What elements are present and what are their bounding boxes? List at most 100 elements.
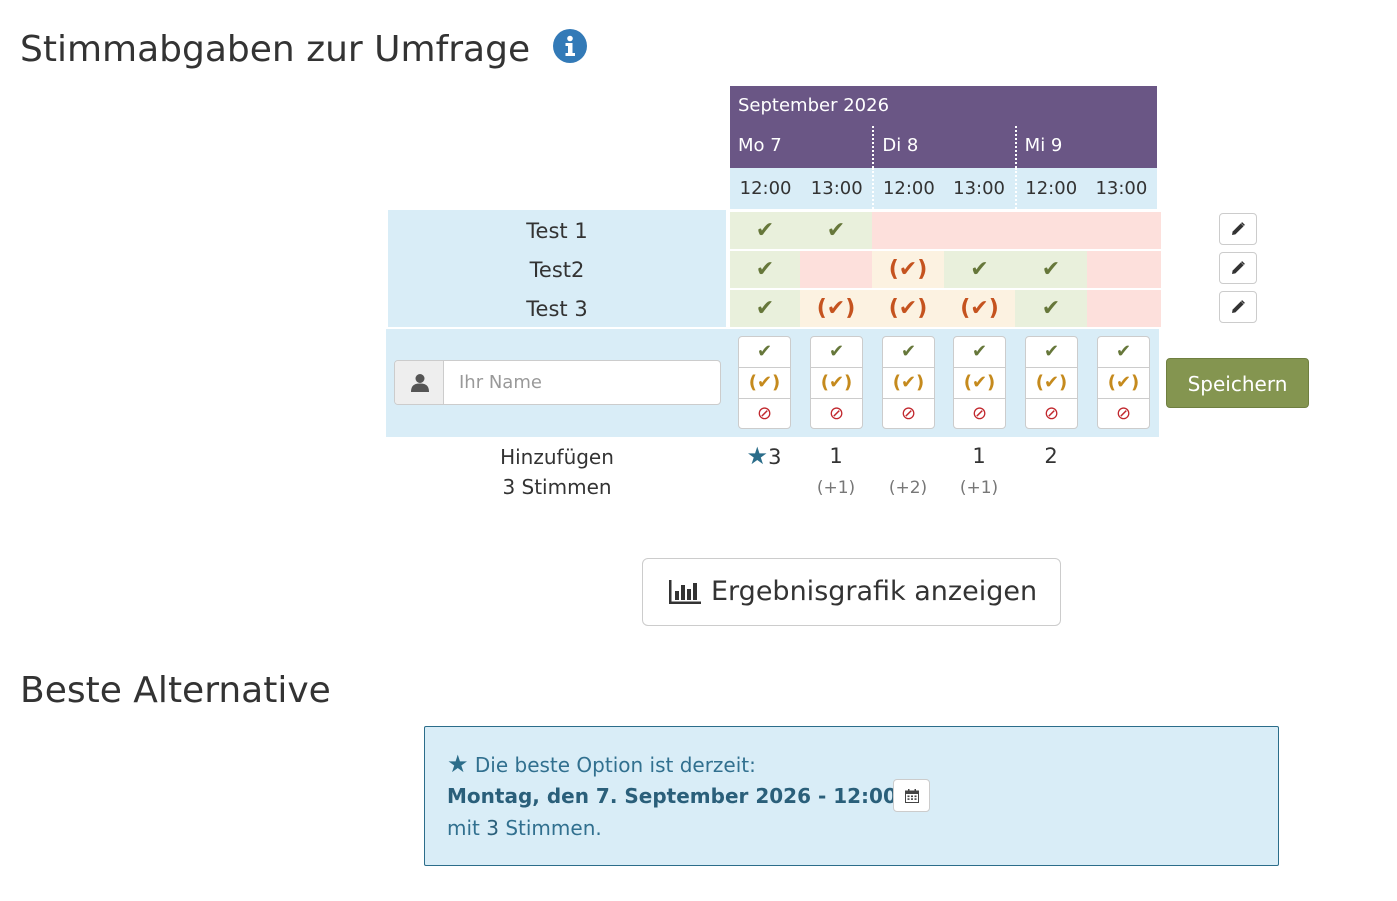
no-option[interactable]: ⊘ — [739, 397, 790, 428]
page-title: Stimmabgaben zur Umfrage — [20, 29, 531, 70]
vote-cell-maybe: (✔) — [872, 251, 944, 288]
add-label: Hinzufügen — [500, 445, 614, 469]
vote-cell-yes: ✔ — [730, 251, 800, 288]
maybe-option[interactable]: (✔) — [883, 367, 934, 397]
participant-name: Test2 — [529, 258, 585, 282]
yes-option[interactable]: ✔ — [1026, 337, 1077, 367]
vote-cell-yes: ✔ — [800, 212, 872, 249]
maybe-check-icon: (✔) — [960, 296, 999, 321]
user-icon — [395, 361, 444, 404]
yes-option[interactable]: ✔ — [811, 337, 862, 367]
column-total-count: 1 — [829, 444, 843, 468]
maybe-option[interactable]: (✔) — [811, 367, 862, 397]
add-to-calendar-button[interactable] — [893, 779, 930, 812]
best-option-alert: ★ Die beste Option ist derzeit: Montag, … — [424, 726, 1279, 866]
edit-vote-button[interactable] — [1219, 291, 1257, 323]
column-total: 1 — [800, 442, 872, 470]
check-icon: ✔ — [1041, 257, 1061, 282]
pencil-icon — [1232, 261, 1245, 274]
check-icon: ✔ — [755, 257, 775, 282]
maybe-check-icon: (✔) — [888, 296, 928, 321]
pencil-icon — [1232, 222, 1245, 235]
day-header: Mi 9 — [1014, 126, 1157, 168]
save-button[interactable]: Speichern — [1166, 358, 1309, 408]
vote-choice-group: ✔ (✔) ⊘ — [1025, 336, 1078, 429]
maybe-option[interactable]: (✔) — [954, 367, 1005, 397]
no-option[interactable]: ⊘ — [811, 397, 862, 428]
show-results-chart-button[interactable]: Ergebnisgrafik anzeigen — [642, 558, 1061, 626]
name-input[interactable] — [445, 361, 720, 404]
best-option-votes-suffix: Stimmen. — [498, 816, 602, 840]
vote-cell-yes: ✔ — [1015, 251, 1087, 288]
column-total: 1 — [943, 442, 1015, 470]
calendar-icon — [905, 789, 919, 803]
column-total-count: 1 — [972, 444, 986, 468]
vote-choice-group: ✔ (✔) ⊘ — [882, 336, 935, 429]
yes-option[interactable]: ✔ — [739, 337, 790, 367]
hour-header: 13:00 — [1095, 178, 1148, 199]
vote-cell-maybe: (✔) — [800, 290, 872, 327]
hour-header: 13:00 — [953, 178, 1005, 199]
star-icon: ★ — [746, 442, 769, 470]
vote-cell-yes: ✔ — [730, 212, 800, 249]
hour-header: 13:00 — [810, 178, 863, 199]
best-alternative-title: Beste Alternative — [20, 670, 331, 711]
vote-choice-group: ✔ (✔) ⊘ — [1097, 336, 1150, 429]
vote-cell-no — [1015, 212, 1087, 249]
column-maybe-count: (+1) — [959, 478, 999, 498]
hour-header: 12:00 — [872, 168, 943, 209]
no-option[interactable]: ⊘ — [883, 397, 934, 428]
no-option[interactable]: ⊘ — [954, 397, 1005, 428]
day-header: Di 8 — [872, 126, 1014, 168]
maybe-check-icon: (✔) — [816, 296, 856, 321]
vote-count: 3 Stimmen — [502, 475, 612, 499]
no-option[interactable]: ⊘ — [1098, 397, 1149, 428]
maybe-option[interactable]: (✔) — [1026, 367, 1077, 397]
yes-option[interactable]: ✔ — [954, 337, 1005, 367]
vote-cell-no — [1087, 290, 1161, 327]
check-icon: ✔ — [970, 257, 989, 282]
check-icon: ✔ — [1041, 296, 1061, 321]
vote-cell-yes: ✔ — [1015, 290, 1087, 327]
maybe-option[interactable]: (✔) — [739, 367, 790, 397]
best-option-intro-text: Die beste Option ist derzeit: — [474, 753, 756, 777]
column-total: ★3 — [728, 442, 800, 471]
yes-option[interactable]: ✔ — [883, 337, 934, 367]
participant-name: Test 1 — [526, 219, 588, 243]
best-option-votes-count: 3 — [486, 816, 499, 840]
column-total-count: 3 — [768, 445, 782, 469]
vote-cell-yes: ✔ — [944, 251, 1015, 288]
star-icon: ★ — [447, 750, 469, 778]
yes-option[interactable]: ✔ — [1098, 337, 1149, 367]
check-icon: ✔ — [826, 218, 846, 243]
bar-chart-icon — [669, 580, 701, 604]
pencil-icon — [1232, 300, 1245, 313]
name-input-group — [394, 360, 721, 405]
check-icon: ✔ — [755, 296, 775, 321]
vote-choice-group: ✔ (✔) ⊘ — [810, 336, 863, 429]
vote-cell-maybe: (✔) — [944, 290, 1015, 327]
day-header: Mo 7 — [738, 135, 782, 156]
vote-choice-group: ✔ (✔) ⊘ — [953, 336, 1006, 429]
info-icon[interactable] — [553, 29, 587, 63]
show-results-chart-label: Ergebnisgrafik anzeigen — [711, 576, 1038, 607]
best-option-intro: ★ Die beste Option ist derzeit: — [447, 749, 756, 780]
best-option-votes: mit 3 Stimmen. — [447, 815, 602, 841]
vote-cell-no — [1087, 212, 1161, 249]
check-icon: ✔ — [755, 218, 775, 243]
vote-choice-group: ✔ (✔) ⊘ — [738, 336, 791, 429]
vote-cell-yes: ✔ — [730, 290, 800, 327]
no-option[interactable]: ⊘ — [1026, 397, 1077, 428]
hour-headers: 12:00 13:00 12:00 13:00 12:00 13:00 — [730, 168, 1157, 209]
edit-vote-button[interactable] — [1219, 213, 1257, 245]
vote-cell-no — [872, 212, 944, 249]
vote-cell-no — [944, 212, 1015, 249]
maybe-check-icon: (✔) — [888, 257, 928, 282]
hour-header: 12:00 — [739, 178, 792, 199]
best-option-value: Montag, den 7. September 2026 - 12:00 — [447, 784, 897, 808]
column-maybe-count: (+2) — [888, 478, 928, 498]
edit-vote-button[interactable] — [1219, 252, 1257, 284]
column-total-count: 2 — [1044, 444, 1058, 468]
maybe-option[interactable]: (✔) — [1098, 367, 1149, 397]
participant-name: Test 3 — [526, 297, 588, 321]
